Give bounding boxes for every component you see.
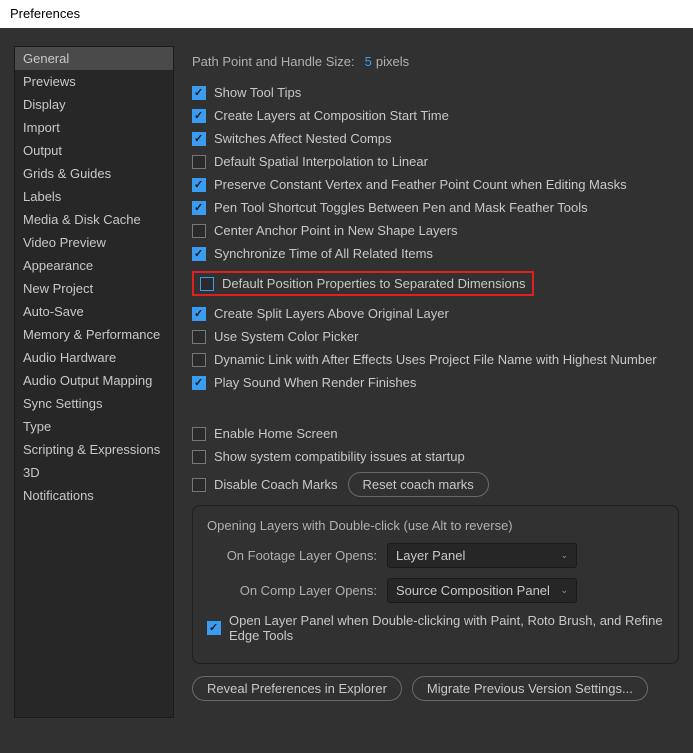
general-panel: Path Point and Handle Size: 5 pixels Sho… [192,46,679,735]
checkbox[interactable] [192,353,206,367]
chevron-down-icon: ⌄ [560,585,568,596]
sidebar-item-import[interactable]: Import [15,116,173,139]
check-row: Default Spatial Interpolation to Linear [192,154,679,169]
check-row: Center Anchor Point in New Shape Layers [192,223,679,238]
footage-layer-select[interactable]: Layer Panel ⌄ [387,543,577,568]
check-row: Show system compatibility issues at star… [192,449,679,464]
checkbox[interactable] [192,330,206,344]
double-click-checkbox[interactable] [207,621,221,635]
checkbox-label: Show Tool Tips [214,85,301,100]
sidebar-item-display[interactable]: Display [15,93,173,116]
checkbox-list-2: Enable Home Screen Show system compatibil… [192,426,679,497]
checkbox-label: Play Sound When Render Finishes [214,375,416,390]
checkbox[interactable] [192,178,206,192]
group-title: Opening Layers with Double-click (use Al… [207,518,664,533]
check-row: Pen Tool Shortcut Toggles Between Pen an… [192,200,679,215]
sidebar-item-type[interactable]: Type [15,415,173,438]
sidebar-item-grids-guides[interactable]: Grids & Guides [15,162,173,185]
migrate-settings-button[interactable]: Migrate Previous Version Settings... [412,676,648,701]
chevron-down-icon: ⌄ [560,550,568,561]
path-point-unit: pixels [376,54,409,69]
footage-layer-label: On Footage Layer Opens: [207,548,377,563]
check-row: Use System Color Picker [192,329,679,344]
checkbox-list-1: Show Tool Tips Create Layers at Compositi… [192,85,679,390]
check-row: Preserve Constant Vertex and Feather Poi… [192,177,679,192]
checkbox[interactable] [192,155,206,169]
sidebar-item-audio-hardware[interactable]: Audio Hardware [15,346,173,369]
checkbox-label: Show system compatibility issues at star… [214,449,465,464]
checkbox-label: Disable Coach Marks [214,477,338,492]
sidebar-item-new-project[interactable]: New Project [15,277,173,300]
checkbox-label: Dynamic Link with After Effects Uses Pro… [214,352,657,367]
check-row: Create Layers at Composition Start Time [192,108,679,123]
sidebar-item-media-disk-cache[interactable]: Media & Disk Cache [15,208,173,231]
reveal-preferences-button[interactable]: Reveal Preferences in Explorer [192,676,402,701]
check-row: Synchronize Time of All Related Items [192,246,679,261]
category-sidebar: GeneralPreviewsDisplayImportOutputGrids … [14,46,174,718]
check-row: Play Sound When Render Finishes [192,375,679,390]
comp-layer-value: Source Composition Panel [396,583,550,598]
sidebar-item-notifications[interactable]: Notifications [15,484,173,507]
check-row: Dynamic Link with After Effects Uses Pro… [192,352,679,367]
sidebar-item-video-preview[interactable]: Video Preview [15,231,173,254]
path-point-label: Path Point and Handle Size: [192,54,355,69]
comp-layer-label: On Comp Layer Opens: [207,583,377,598]
checkbox-label: Use System Color Picker [214,329,358,344]
sidebar-item-labels[interactable]: Labels [15,185,173,208]
footage-layer-value: Layer Panel [396,548,465,563]
checkbox-label: Enable Home Screen [214,426,338,441]
reset-coach-marks-button[interactable]: Reset coach marks [348,472,489,497]
checkbox[interactable] [192,201,206,215]
preferences-window: GeneralPreviewsDisplayImportOutputGrids … [0,28,693,753]
sidebar-item-sync-settings[interactable]: Sync Settings [15,392,173,415]
checkbox-label: Center Anchor Point in New Shape Layers [214,223,458,238]
sidebar-item-3d[interactable]: 3D [15,461,173,484]
check-row: Show Tool Tips [192,85,679,100]
sidebar-item-general[interactable]: General [15,47,173,70]
sidebar-item-output[interactable]: Output [15,139,173,162]
window-title: Preferences [0,0,693,27]
checkbox-label: Pen Tool Shortcut Toggles Between Pen an… [214,200,588,215]
sidebar-item-audio-output-mapping[interactable]: Audio Output Mapping [15,369,173,392]
checkbox-label: Default Spatial Interpolation to Linear [214,154,428,169]
checkbox[interactable] [192,132,206,146]
check-row: Enable Home Screen [192,426,679,441]
checkbox-label: Default Position Properties to Separated… [222,276,526,291]
check-row: Default Position Properties to Separated… [192,269,679,298]
checkbox-label: Create Layers at Composition Start Time [214,108,449,123]
checkbox-label: Create Split Layers Above Original Layer [214,306,449,321]
checkbox[interactable] [192,376,206,390]
double-click-label: Open Layer Panel when Double-clicking wi… [229,613,664,643]
checkbox[interactable] [192,478,206,492]
opening-layers-group: Opening Layers with Double-click (use Al… [192,505,679,664]
path-point-value[interactable]: 5 [365,54,372,69]
highlighted-option: Default Position Properties to Separated… [192,271,534,296]
sidebar-item-appearance[interactable]: Appearance [15,254,173,277]
check-row: Create Split Layers Above Original Layer [192,306,679,321]
checkbox[interactable] [192,86,206,100]
checkbox[interactable] [192,247,206,261]
checkbox[interactable] [192,109,206,123]
check-row: Switches Affect Nested Comps [192,131,679,146]
double-click-row: Open Layer Panel when Double-clicking wi… [207,613,664,643]
checkbox-label: Preserve Constant Vertex and Feather Poi… [214,177,627,192]
sidebar-item-previews[interactable]: Previews [15,70,173,93]
checkbox[interactable] [192,307,206,321]
checkbox-label: Synchronize Time of All Related Items [214,246,433,261]
checkbox[interactable] [192,450,206,464]
checkbox-label: Switches Affect Nested Comps [214,131,392,146]
check-row: Disable Coach Marks Reset coach marks [192,472,679,497]
path-point-size-row: Path Point and Handle Size: 5 pixels [192,54,679,69]
comp-layer-select[interactable]: Source Composition Panel ⌄ [387,578,577,603]
checkbox[interactable] [192,427,206,441]
sidebar-item-scripting-expressions[interactable]: Scripting & Expressions [15,438,173,461]
checkbox[interactable] [192,224,206,238]
sidebar-item-auto-save[interactable]: Auto-Save [15,300,173,323]
checkbox[interactable] [200,277,214,291]
sidebar-item-memory-performance[interactable]: Memory & Performance [15,323,173,346]
